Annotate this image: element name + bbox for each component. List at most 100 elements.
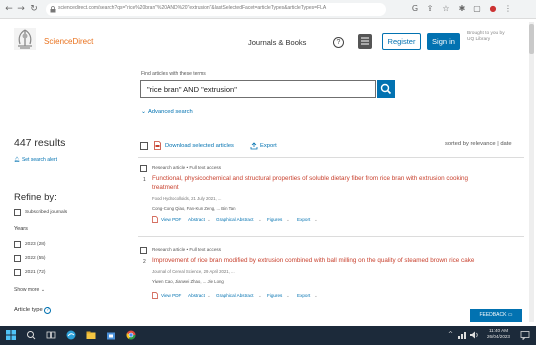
year-checkbox[interactable] [14, 255, 21, 262]
result-meta: Research article • Full text access [152, 247, 222, 252]
chevron-down-icon: ⌄ [314, 217, 318, 222]
export-link[interactable]: Export [260, 143, 277, 149]
download-selected-link[interactable]: Download selected articles [165, 143, 234, 149]
edge-icon[interactable] [66, 330, 76, 340]
refine-heading: Refine by: [14, 192, 57, 203]
result-journal: Food Hydrocolloids, 21 July 2021, ... [152, 196, 222, 201]
result-view-pdf[interactable]: View PDF [161, 293, 181, 298]
forward-icon[interactable]: → [16, 4, 26, 14]
year-checkbox[interactable] [14, 269, 21, 276]
result-title-line: treatment [152, 183, 179, 191]
year-label: 2022 (55) [25, 256, 46, 261]
site-header: ScienceDirect Journals & Books ? Registe… [0, 20, 536, 62]
address-bar[interactable]: sciencedirect.com/search?qs="rice%20bran… [46, 3, 386, 16]
sort-control[interactable]: sorted by relevance | date [445, 141, 512, 147]
divider [138, 157, 524, 158]
result-number: 1 [143, 177, 146, 183]
help-icon[interactable]: ? [333, 37, 344, 48]
taskbar: ^ 11:40 AM 26/04/2023 [0, 326, 536, 345]
years-heading: Years [14, 226, 28, 232]
feedback-button[interactable]: FEEDBACK ▭ [470, 309, 522, 322]
pdf-icon [154, 141, 161, 150]
network-icon[interactable] [457, 330, 467, 340]
result-checkbox[interactable] [140, 247, 147, 254]
task-view-icon[interactable] [46, 330, 56, 340]
chevron-down-icon: ⌄ [141, 108, 148, 115]
export-icon [250, 142, 258, 150]
year-checkbox[interactable] [14, 241, 21, 248]
result-abstract[interactable]: Abstract [188, 293, 205, 298]
set-alert-label: Set search alert [21, 157, 57, 163]
chevron-down-icon: ⌄ [39, 287, 46, 293]
chevron-down-icon: ⌄ [286, 217, 290, 222]
journals-books-link[interactable]: Journals & Books [248, 38, 306, 47]
menu-icon[interactable]: ⋮ [503, 4, 513, 14]
select-all-checkbox[interactable] [140, 142, 148, 150]
show-more-link[interactable]: Show more ⌄ [14, 287, 45, 293]
result-number: 2 [143, 259, 146, 265]
show-more-label: Show more [14, 287, 40, 293]
search-icon [380, 83, 392, 95]
institution-icon[interactable] [358, 34, 372, 49]
brand-name[interactable]: ScienceDirect [44, 37, 93, 46]
register-button[interactable]: Register [382, 33, 421, 50]
scrollbar-track [529, 22, 534, 322]
result-journal: Journal of Cereal Science, 29 April 2021… [152, 269, 235, 274]
result-authors: Cong-Cong Qiao, Fan-Kun Zeng, ... Bin Ta… [152, 206, 236, 211]
chrome-icon[interactable] [126, 330, 136, 340]
result-graphical-abstract[interactable]: Graphical Abstract [216, 293, 254, 298]
reload-icon[interactable]: ↻ [29, 4, 39, 14]
result-figures[interactable]: Figures [267, 217, 282, 222]
sign-in-button[interactable]: Sign in [427, 33, 460, 50]
browser-toolbar: ← → ↻ sciencedirect.com/search?qs="rice%… [0, 0, 536, 19]
store-icon[interactable] [106, 330, 116, 340]
brought-to-you-by: Brought to you by UQ Library [467, 31, 505, 42]
result-checkbox[interactable] [140, 165, 147, 172]
subscribed-checkbox[interactable] [14, 209, 21, 216]
result-view-pdf[interactable]: View PDF [161, 217, 181, 222]
feedback-label: FEEDBACK [479, 312, 507, 318]
extension-icon[interactable]: ✱ [457, 4, 467, 14]
advanced-search-link[interactable]: ⌄ Advanced search [141, 108, 193, 115]
pdf-icon [152, 292, 158, 299]
chevron-up-icon[interactable]: ^ [448, 330, 454, 340]
chat-icon: ▭ [507, 312, 513, 318]
search-input[interactable] [140, 80, 376, 98]
bookmark-star-icon[interactable]: ☆ [441, 4, 451, 14]
file-explorer-icon[interactable] [86, 330, 96, 340]
result-abstract[interactable]: Abstract [188, 217, 205, 222]
result-meta: Research article • Full text access [152, 165, 222, 170]
chevron-down-icon: ⌄ [258, 217, 262, 222]
volume-icon[interactable] [469, 330, 479, 340]
chevron-down-icon: ⌄ [258, 293, 262, 298]
profile-icon[interactable]: ● [488, 4, 498, 14]
result-title[interactable]: Improvement of rice bran modified by ext… [152, 257, 517, 266]
share-icon[interactable]: ⇪ [425, 4, 435, 14]
result-export[interactable]: Export [297, 217, 310, 222]
back-icon[interactable]: ← [4, 4, 14, 14]
info-icon[interactable]: ? [44, 307, 52, 314]
clock[interactable]: 11:40 AM 26/04/2023 [487, 328, 510, 340]
lock-icon [50, 6, 56, 13]
notification-icon[interactable] [520, 330, 530, 340]
result-title[interactable]: Functional, physicochemical and structur… [152, 175, 512, 192]
google-icon[interactable]: G [410, 4, 420, 14]
result-figures[interactable]: Figures [267, 293, 282, 298]
search-icon[interactable] [26, 330, 36, 340]
results-count: 447 results [14, 137, 66, 149]
year-label: 2021 (72) [25, 270, 46, 275]
scrollbar-thumb[interactable] [529, 24, 534, 54]
pdf-icon [152, 216, 158, 223]
url-text: sciencedirect.com/search?qs="rice%20bran… [58, 5, 327, 11]
set-search-alert-link[interactable]: 🔔︎ Set search alert [14, 157, 57, 163]
result-graphical-abstract[interactable]: Graphical Abstract [216, 217, 254, 222]
window-icon[interactable]: ▢ [472, 4, 482, 14]
result-export[interactable]: Export [297, 293, 310, 298]
search-label: Find articles with these terms [141, 71, 206, 77]
elsevier-logo-icon[interactable] [12, 26, 38, 52]
chevron-down-icon: ⌄ [286, 293, 290, 298]
search-button[interactable] [377, 80, 395, 98]
article-type-label: Article type [14, 307, 43, 313]
subscribed-label: Subscribed journals [25, 210, 68, 215]
windows-start-icon[interactable] [6, 330, 16, 340]
